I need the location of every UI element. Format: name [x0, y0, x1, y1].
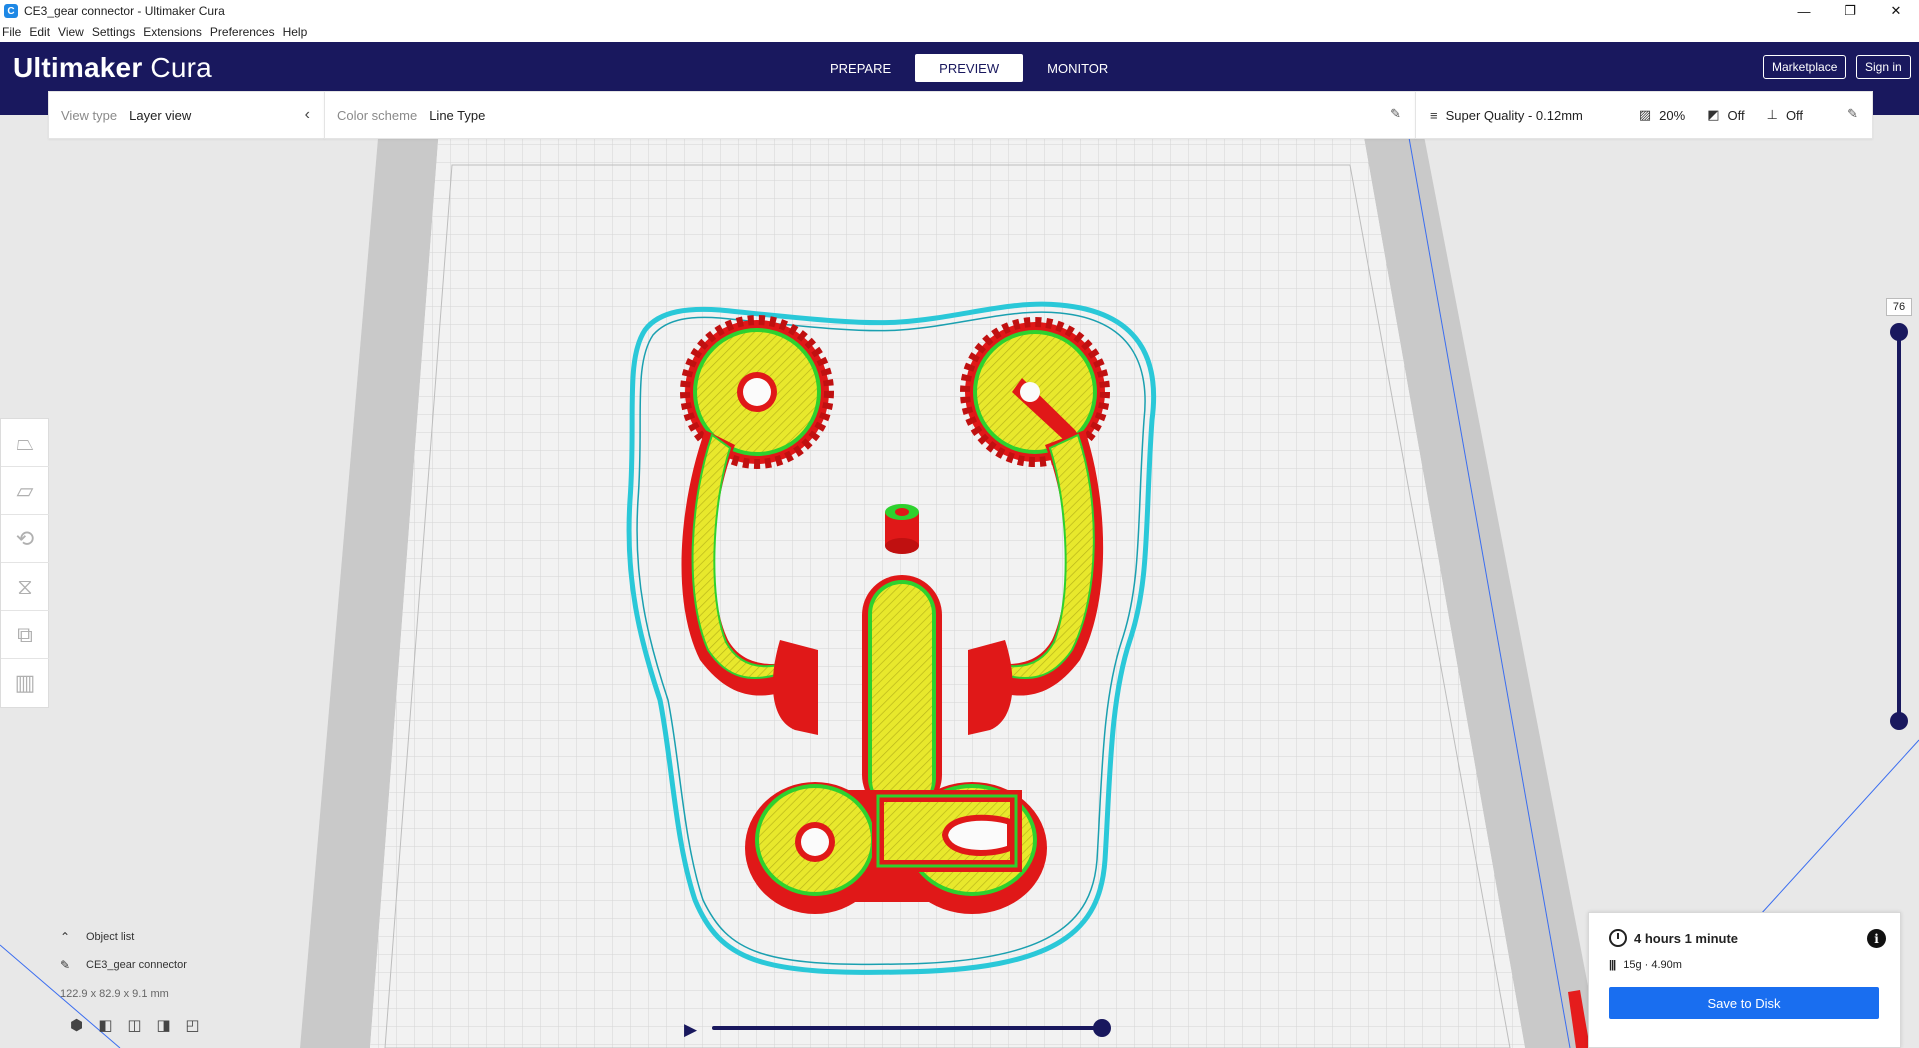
- right-view-icon[interactable]: ◰: [178, 1014, 207, 1036]
- material-row: ||| 15g · 4.90m: [1609, 959, 1682, 971]
- support-blocker-icon[interactable]: ▥: [1, 659, 49, 707]
- menu-preferences[interactable]: Preferences: [206, 25, 279, 39]
- menu-edit[interactable]: Edit: [25, 25, 54, 39]
- tab-prepare[interactable]: PREPARE: [806, 54, 915, 82]
- object-list-title: Object list: [86, 931, 135, 943]
- sign-in-button[interactable]: Sign in: [1856, 55, 1911, 79]
- menu-settings[interactable]: Settings: [88, 25, 139, 39]
- window-title: CE3_gear connector - Ultimaker Cura: [24, 4, 225, 18]
- scale-tool-icon[interactable]: ⏥: [1, 467, 49, 515]
- 3d-viewport[interactable]: [0, 114, 1919, 1048]
- play-icon[interactable]: ▶: [684, 1020, 700, 1039]
- camera-view-buttons: ⬢ ◧ ◫ ◨ ◰: [62, 1014, 207, 1036]
- filament-icon: |||: [1609, 959, 1616, 971]
- clock-icon: [1609, 929, 1627, 947]
- infill-value: 20%: [1659, 107, 1686, 123]
- move-tool-icon[interactable]: ⏢: [1, 419, 49, 467]
- mirror-tool-icon[interactable]: ⧖: [1, 563, 49, 611]
- layer-slider-top-handle[interactable]: [1890, 323, 1908, 341]
- front-view-icon[interactable]: ◧: [91, 1014, 120, 1036]
- menu-help[interactable]: Help: [279, 25, 312, 39]
- support-icon: ◩: [1707, 107, 1720, 122]
- chevron-up-icon: ⌃: [60, 930, 71, 944]
- top-view-icon[interactable]: ◫: [120, 1014, 149, 1036]
- layer-slider-bottom-handle[interactable]: [1890, 712, 1908, 730]
- object-dimensions: 122.9 x 82.9 x 9.1 mm: [60, 988, 169, 1000]
- object-name-row[interactable]: ✎ CE3_gear connector: [60, 958, 187, 972]
- tool-column: ⏢ ⏥ ⟲ ⧖ ⧉ ▥: [0, 418, 49, 708]
- per-model-settings-icon[interactable]: ⧉: [1, 611, 49, 659]
- window-titlebar: C CE3_gear connector - Ultimaker Cura — …: [0, 0, 1919, 22]
- current-layer-field[interactable]: 76: [1886, 298, 1912, 316]
- minimize-icon[interactable]: —: [1781, 0, 1827, 22]
- profile-item: ≡ Super Quality - 0.12mm: [1430, 108, 1583, 123]
- print-info-panel: 4 hours 1 minute i ||| 15g · 4.90m Save …: [1588, 912, 1901, 1048]
- print-settings-selector[interactable]: ≡ Super Quality - 0.12mm ▨ 20% ◩ Off ⊥ O…: [1415, 91, 1873, 139]
- marketplace-button[interactable]: Marketplace: [1763, 55, 1847, 79]
- build-plate-scene: [0, 114, 1919, 1048]
- connecting-rod: [862, 575, 942, 815]
- color-scheme-selector[interactable]: Color scheme Line Type ✎: [324, 91, 1416, 139]
- rotate-tool-icon[interactable]: ⟲: [1, 515, 49, 563]
- color-scheme-label: Color scheme: [337, 107, 418, 123]
- chevron-left-icon[interactable]: ‹: [305, 106, 310, 124]
- menu-extensions[interactable]: Extensions: [139, 25, 206, 39]
- layer-slider-track[interactable]: [1897, 330, 1901, 722]
- pencil-icon[interactable]: ✎: [1847, 106, 1858, 122]
- logo-product: Cura: [150, 52, 212, 83]
- object-list-toggle[interactable]: ⌃ Object list: [60, 928, 134, 946]
- stage-tabs: PREPARE PREVIEW MONITOR: [806, 54, 1132, 82]
- adhesion-value: Off: [1785, 107, 1804, 123]
- profile-value: Super Quality - 0.12mm: [1445, 107, 1583, 123]
- menu-bar: File Edit View Settings Extensions Prefe…: [0, 22, 1919, 42]
- color-scheme-value: Line Type: [429, 107, 486, 123]
- print-time: 4 hours 1 minute: [1634, 930, 1739, 946]
- simulation-slider-track[interactable]: [712, 1026, 1100, 1030]
- view-type-label: View type: [61, 107, 118, 123]
- tab-monitor[interactable]: MONITOR: [1023, 54, 1132, 82]
- adhesion-icon: ⊥: [1766, 107, 1778, 122]
- small-peg: [885, 504, 919, 554]
- pencil-icon: ✎: [60, 958, 71, 972]
- close-icon[interactable]: ✕: [1873, 0, 1919, 22]
- view-type-selector[interactable]: View type Layer view ‹: [48, 91, 325, 139]
- support-value: Off: [1727, 107, 1745, 123]
- infill-item: ▨ 20%: [1639, 107, 1685, 123]
- menu-view[interactable]: View: [54, 25, 88, 39]
- support-item: ◩ Off: [1707, 107, 1744, 123]
- menu-file[interactable]: File: [0, 25, 25, 39]
- bottom-connector: [745, 782, 1047, 914]
- object-list: ⌃ Object list ✎ CE3_gear connector 122.9…: [60, 928, 187, 1000]
- save-to-disk-button[interactable]: Save to Disk: [1609, 987, 1879, 1019]
- restore-icon[interactable]: ❐: [1827, 0, 1873, 22]
- 3d-view-icon[interactable]: ⬢: [62, 1014, 91, 1036]
- profile-icon: ≡: [1430, 107, 1438, 123]
- infill-icon: ▨: [1638, 107, 1652, 122]
- window-controls: — ❐ ✕: [1781, 0, 1919, 22]
- print-time-row: 4 hours 1 minute: [1609, 929, 1738, 947]
- cura-app-icon: C: [4, 4, 18, 18]
- left-view-icon[interactable]: ◨: [149, 1014, 178, 1036]
- tab-preview[interactable]: PREVIEW: [915, 54, 1024, 82]
- logo-brand: Ultimaker: [13, 52, 143, 83]
- adhesion-item: ⊥ Off: [1767, 107, 1803, 123]
- object-name: CE3_gear connector: [86, 959, 187, 971]
- material-usage: 15g · 4.90m: [1623, 959, 1682, 971]
- simulation-slider-handle[interactable]: [1093, 1019, 1111, 1037]
- app-logo: Ultimaker Cura: [13, 52, 212, 84]
- pencil-icon[interactable]: ✎: [1390, 106, 1401, 122]
- info-icon[interactable]: i: [1867, 929, 1886, 948]
- view-type-value: Layer view: [129, 107, 192, 123]
